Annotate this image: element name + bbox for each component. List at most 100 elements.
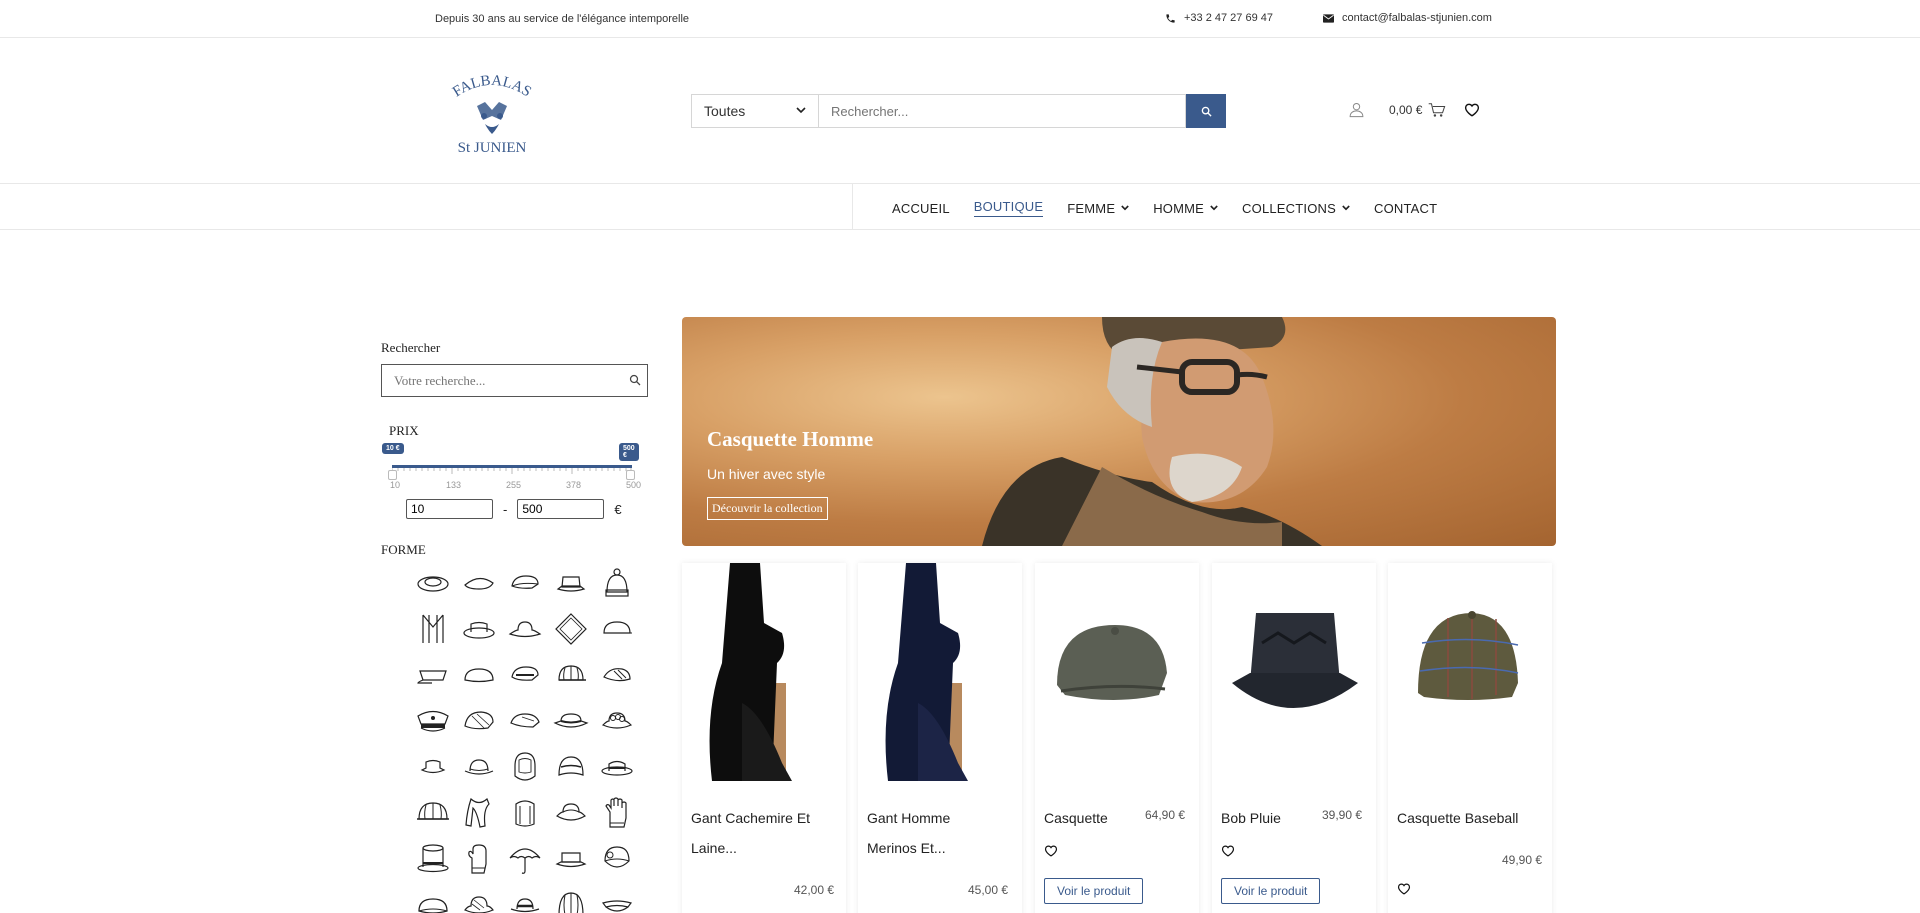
- price-min-input[interactable]: [406, 499, 493, 519]
- view-product-button[interactable]: Voir le produit: [1044, 878, 1144, 904]
- shape-chapeau-pluie-icon[interactable]: [548, 698, 594, 744]
- promo-banner[interactable]: Casquette Homme Un hiver avec style Déco…: [682, 317, 1556, 546]
- product-name[interactable]: Gant Homme Merinos Et...: [867, 803, 950, 863]
- shape-bonnet-icon[interactable]: [594, 560, 640, 606]
- shape-casquette-laine-icon[interactable]: [456, 698, 502, 744]
- search-icon[interactable]: [629, 374, 641, 386]
- shape-chapeau-paille-icon[interactable]: [548, 790, 594, 836]
- product-name-line: Casquette: [1044, 810, 1108, 826]
- shape-casquette-ete-icon[interactable]: [502, 698, 548, 744]
- shape-casquette-marin-icon[interactable]: [410, 652, 456, 698]
- nav-label: CONTACT: [1374, 200, 1438, 216]
- shape-bretelles-icon[interactable]: [410, 606, 456, 652]
- price-slider[interactable]: 10 € 500 € 10 133 255 378 500: [382, 440, 641, 490]
- shape-cache-cou-icon[interactable]: [502, 790, 548, 836]
- nav-item-femme[interactable]: FEMME: [1067, 199, 1129, 217]
- search-input[interactable]: [819, 94, 1186, 128]
- nav-item-contact[interactable]: CONTACT: [1374, 199, 1437, 217]
- shape-echarpe-icon[interactable]: [456, 790, 502, 836]
- shape-bob-plat-icon[interactable]: [548, 836, 594, 882]
- nav-item-collections[interactable]: COLLECTIONS: [1242, 199, 1350, 217]
- slider-min-handle[interactable]: [388, 470, 397, 480]
- product-name[interactable]: Casquette: [1044, 803, 1108, 833]
- shape-capeline-icon[interactable]: [502, 606, 548, 652]
- slider-max-handle[interactable]: [626, 470, 635, 480]
- nav-item-boutique[interactable]: BOUTIQUE: [973, 199, 1044, 217]
- shape-visiere-icon[interactable]: [594, 882, 640, 913]
- shape-chapeau-laine-icon[interactable]: [456, 882, 502, 913]
- shape-beret-basque-icon[interactable]: [594, 652, 640, 698]
- product-name-line: Gant Cachemire Et: [691, 810, 811, 826]
- shape-casquette-large-icon[interactable]: [410, 882, 456, 913]
- shape-parapluie-icon[interactable]: [502, 836, 548, 882]
- product-card[interactable]: Bob Pluie 39,90 € Voir le produit: [1212, 563, 1376, 913]
- shape-chapeau-petit-bord-icon[interactable]: [410, 744, 456, 790]
- nav-divider: [852, 184, 853, 230]
- banner-cta-button[interactable]: Découvrir la collection: [707, 497, 828, 520]
- product-card[interactable]: Casquette Baseball 49,90 €: [1388, 563, 1552, 913]
- category-selected: Toutes: [704, 103, 746, 119]
- shape-chapeau-trilby-icon[interactable]: [502, 882, 548, 913]
- shape-casquette-capitaine-icon[interactable]: [410, 698, 456, 744]
- slider-ticks: [392, 468, 632, 474]
- shape-foulard-icon[interactable]: [548, 606, 594, 652]
- email-link[interactable]: contact@falbalas-stjunien.com: [1323, 12, 1492, 24]
- shape-chapka-icon[interactable]: [502, 744, 548, 790]
- product-card[interactable]: Gant Cachemire Et Laine... 42,00 €: [682, 563, 846, 913]
- user-icon[interactable]: [1348, 101, 1365, 118]
- shape-cloche-icon[interactable]: [548, 744, 594, 790]
- shape-fedora-icon[interactable]: [594, 744, 640, 790]
- product-name[interactable]: Bob Pluie: [1221, 803, 1281, 833]
- product-image[interactable]: [682, 563, 846, 781]
- shape-bob-icon[interactable]: [548, 560, 594, 606]
- search-icon: [1201, 106, 1212, 117]
- tick-label: 255: [506, 480, 522, 490]
- price-inputs: - €: [406, 499, 622, 519]
- shape-chapeau-fleuri-icon[interactable]: [594, 698, 640, 744]
- envelope-icon: [1323, 13, 1334, 23]
- phone-link[interactable]: +33 2 47 27 69 47: [1165, 12, 1273, 24]
- nav-item-homme[interactable]: HOMME: [1153, 199, 1218, 217]
- shape-haut-de-forme-icon[interactable]: [410, 836, 456, 882]
- nav-label: ACCUEIL: [892, 200, 950, 216]
- wishlist-heart-icon[interactable]: [1221, 845, 1235, 857]
- shape-gant-icon[interactable]: [594, 790, 640, 836]
- shape-gavroche-icon[interactable]: [456, 652, 502, 698]
- wishlist-heart-icon[interactable]: [1044, 845, 1058, 857]
- product-image[interactable]: [1035, 563, 1199, 781]
- shape-cloche-fleurie-icon[interactable]: [594, 836, 640, 882]
- nav-item-accueil[interactable]: ACCUEIL: [892, 199, 950, 217]
- product-image[interactable]: [1212, 563, 1376, 781]
- wishlist-heart-icon[interactable]: [1397, 883, 1411, 895]
- product-name[interactable]: Gant Cachemire Et Laine...: [691, 803, 810, 863]
- category-select[interactable]: Toutes: [691, 94, 819, 128]
- shape-melon-icon[interactable]: [456, 744, 502, 790]
- site-logo[interactable]: FALBALAS St JUNIEN: [447, 73, 537, 156]
- wishlist-heart-icon[interactable]: [1464, 103, 1480, 117]
- product-price: 39,90 €: [1322, 808, 1363, 822]
- shape-moufle-icon[interactable]: [456, 836, 502, 882]
- shape-canotier-icon[interactable]: [410, 560, 456, 606]
- svg-text:St JUNIEN: St JUNIEN: [458, 140, 527, 154]
- shape-casquette-icon[interactable]: [594, 606, 640, 652]
- product-card[interactable]: Casquette 64,90 € Voir le produit: [1035, 563, 1199, 913]
- shape-casquette-plate-icon[interactable]: [502, 560, 548, 606]
- product-image[interactable]: [1388, 563, 1552, 781]
- shape-beret-icon[interactable]: [456, 560, 502, 606]
- view-product-button[interactable]: Voir le produit: [1221, 878, 1321, 904]
- product-image[interactable]: [858, 563, 1022, 781]
- sidebar-search-input[interactable]: [382, 365, 612, 396]
- product-card[interactable]: Gant Homme Merinos Et... 45,00 €: [858, 563, 1022, 913]
- search-button[interactable]: [1186, 94, 1226, 128]
- shape-casquette-cotes-icon[interactable]: [410, 790, 456, 836]
- price-max-input[interactable]: [517, 499, 605, 519]
- shape-chapeau-plat-icon[interactable]: [456, 606, 502, 652]
- shape-filter-grid: [410, 560, 645, 913]
- chevron-down-icon: [1121, 205, 1129, 211]
- cart-icon[interactable]: [1428, 102, 1446, 118]
- shape-bonnet-cotes-icon[interactable]: [548, 882, 594, 913]
- product-name[interactable]: Casquette Baseball: [1397, 803, 1518, 833]
- shape-casquette-hiver-icon[interactable]: [502, 652, 548, 698]
- cart-total[interactable]: 0,00 €: [1389, 103, 1422, 117]
- shape-casquette-baseball-icon[interactable]: [548, 652, 594, 698]
